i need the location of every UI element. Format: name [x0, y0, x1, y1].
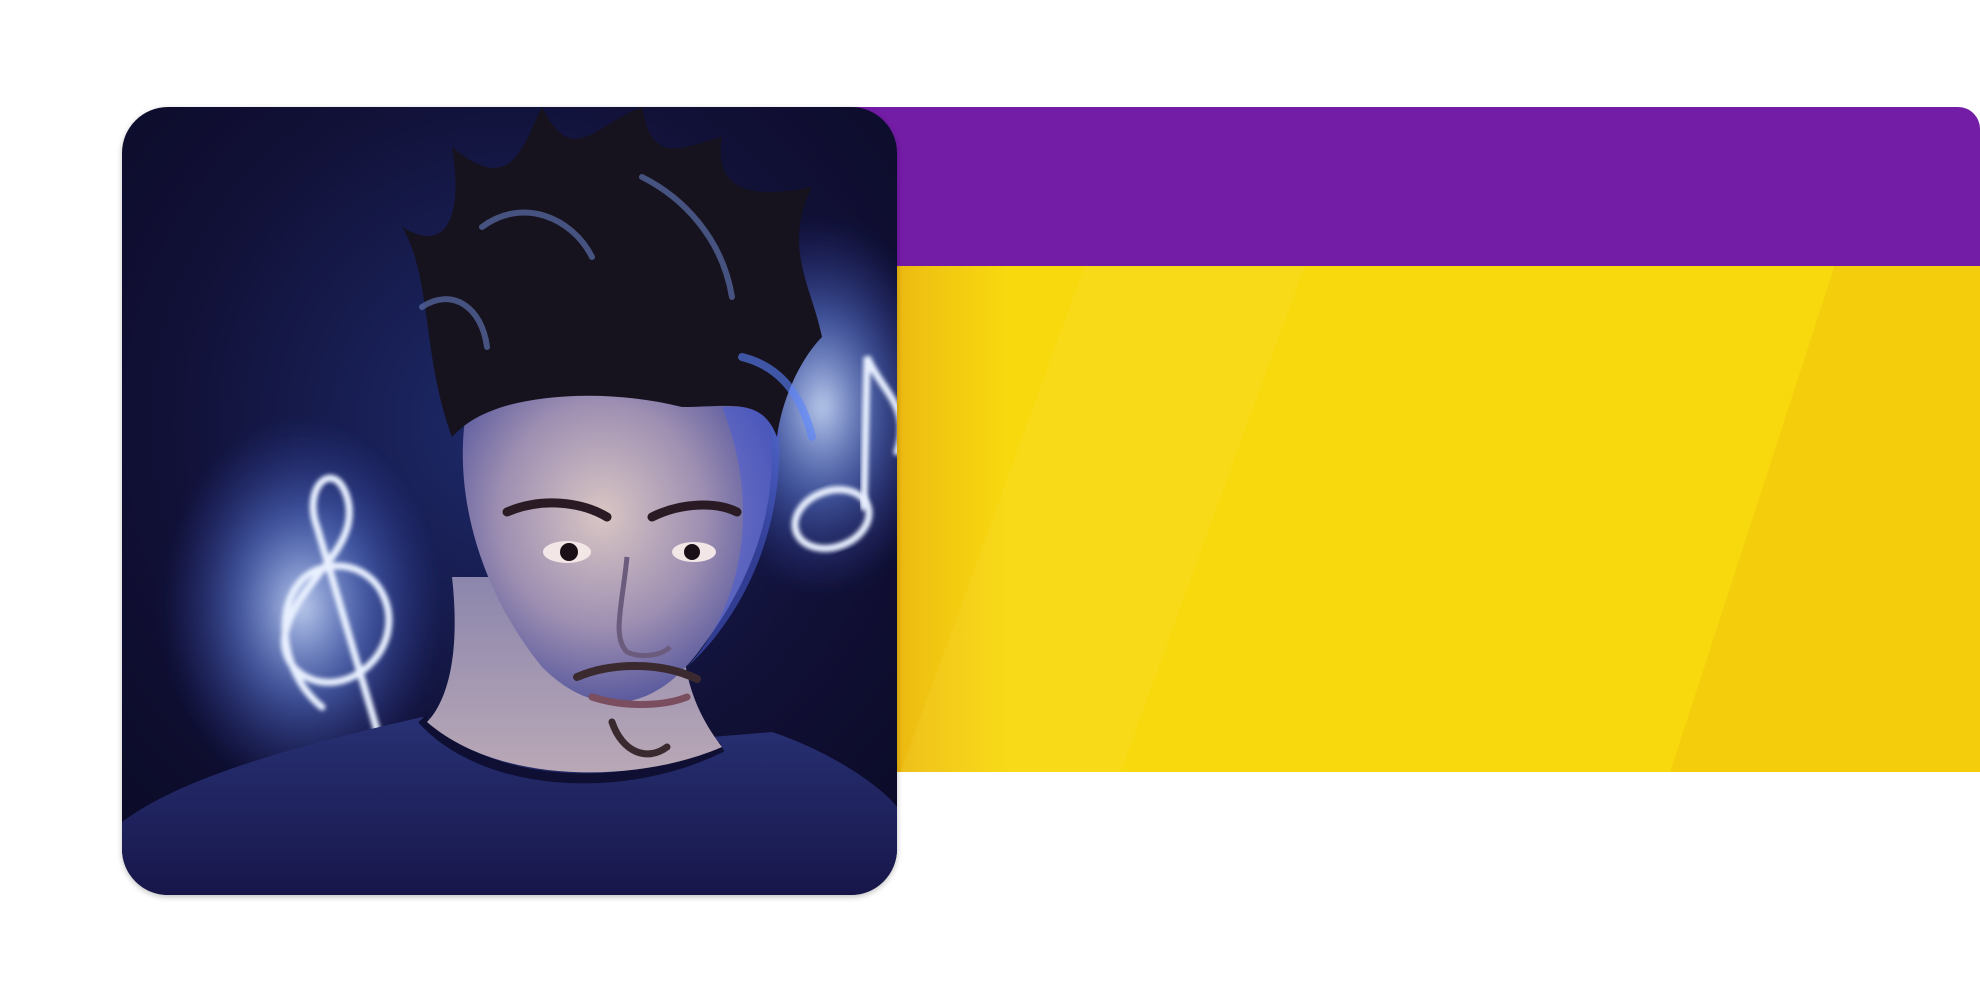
banner-top-fill [850, 107, 1980, 266]
banner-bottom-band [850, 266, 1980, 772]
page [0, 0, 1980, 1000]
promo-banner[interactable] [850, 107, 1980, 772]
banner-top-band [850, 107, 1980, 266]
artist-portrait [122, 107, 897, 895]
artist-image[interactable] [122, 107, 897, 895]
